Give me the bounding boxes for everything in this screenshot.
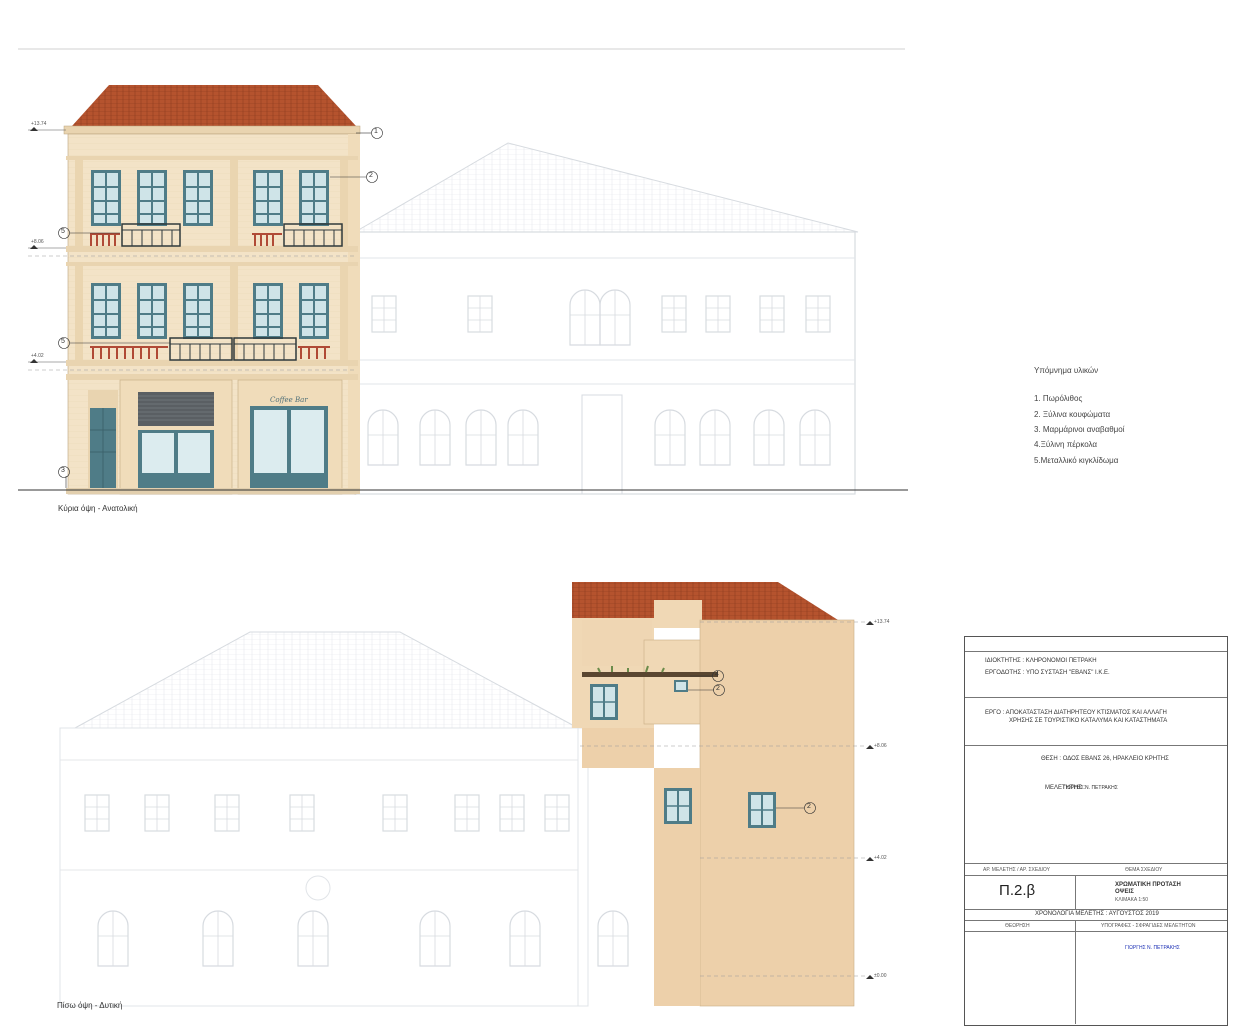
rear-neighbor-ghost: [59, 631, 629, 1007]
rear-elevation-label: Πίσω όψη - Δυτική: [57, 1001, 123, 1010]
callout-front-5a: 5: [61, 228, 65, 235]
owner-text: ΙΔΙΟΚΤΗΤΗΣ : ΚΛΗΡΟΝΟΜΟΙ ΠΕΤΡΑΚΗ: [985, 658, 1097, 664]
study-date: ΧΡΟΝΟΛΟΓΙΑ ΜΕΛΕΤΗΣ : ΑΥΓΟΥΣΤΟΣ 2019: [1035, 911, 1159, 917]
level-front-mid2: +4.02: [31, 353, 44, 359]
rear-building: [572, 582, 855, 1007]
callout-rear-2a: 2: [716, 685, 720, 692]
legend-item-5: 5.Μεταλλικό κιγκλίδωμα: [1034, 456, 1119, 465]
title-block: ΙΔΙΟΚΤΗΤΗΣ : ΚΛΗΡΟΝΟΜΟΙ ΠΕΤΡΑΚΗ ΕΡΓΟΔΟΤΗ…: [964, 636, 1228, 1026]
location-text: ΘΕΣΗ : ΟΔΟΣ ΕΒΑΝΣ 26, ΗΡΑΚΛΕΙΟ ΚΡΗΤΗΣ: [1041, 756, 1169, 762]
level-rear-top: +13.74: [874, 619, 890, 625]
front-neighbor-ghost: [353, 142, 859, 495]
legend-item-4: 4.Ξύλινη πέρκολα: [1034, 440, 1098, 449]
legend-item-2: 2. Ξύλινα κουφώματα: [1034, 410, 1111, 419]
drawing-title-line2: ΟΨΕΙΣ: [1115, 889, 1134, 895]
callout-rear-4: 4: [715, 671, 719, 678]
callout-front-5b: 5: [61, 338, 65, 345]
project-line1: ΕΡΓΟ : ΑΠΟΚΑΤΑΣΤΑΣΗ ΔΙΑΤΗΡΗΤΕΟΥ ΚΤΙΣΜΑΤΟ…: [985, 710, 1167, 716]
level-rear-mid2: +4.02: [874, 855, 887, 861]
level-rear-ground: ±0.00: [874, 973, 887, 979]
stamp-name: ΓΙΩΡΓΗΣ Ν. ΠΕΤΡΑΚΗΣ: [1125, 945, 1180, 951]
client-text: ΕΡΓΟΔΟΤΗΣ : ΥΠΟ ΣΥΣΤΑΣΗ "ΕΒΑΝΣ" Ι.Κ.Ε.: [985, 670, 1110, 676]
scale-text: ΚΛΙΜΑΚΑ 1:50: [1115, 897, 1149, 903]
callout-front-2: 2: [369, 172, 373, 179]
designer-name: ΓΙΩΡΓΗΣ Ν. ΠΕΤΡΑΚΗΣ: [1063, 785, 1118, 791]
study-number-header: ΑΡ. ΜΕΛΕΤΗΣ / ΑΡ. ΣΧΕΔΙΟΥ: [983, 867, 1050, 873]
review-header: ΘΕΩΡΗΣΗ: [1005, 923, 1030, 929]
signatures-header: ΥΠΟΓΡΑΦΕΣ - ΣΦΡΑΓΙΔΕΣ ΜΕΛΕΤΗΤΩΝ: [1101, 923, 1196, 929]
legend-item-1: 1. Πωρόλιθος: [1034, 394, 1083, 403]
front-building: [63, 85, 361, 495]
drawing-code: Π.2.β: [999, 882, 1036, 899]
front-elevation-label: Κύρια όψη - Ανατολική: [58, 504, 138, 513]
coffee-bar-sign: Coffee Bar: [270, 396, 308, 404]
drawing-title-line1: ΧΡΩΜΑΤΙΚΗ ΠΡΟΤΑΣΗ: [1115, 882, 1181, 888]
drawing-subject-header: ΘΕΜΑ ΣΧΕΔΙΟΥ: [1125, 867, 1163, 873]
level-front-top: +13.74: [31, 121, 47, 127]
project-line2: ΧΡΗΣΗΣ ΣΕ ΤΟΥΡΙΣΤΙΚΟ ΚΑΤΑΛΥΜΑ ΚΑΙ ΚΑΤΑΣΤ…: [1009, 718, 1168, 724]
legend-item-3: 3. Μαρμάρινοι αναβαθμοί: [1034, 425, 1125, 434]
level-front-mid1: +8.06: [31, 239, 44, 245]
level-rear-mid1: +8.06: [874, 743, 887, 749]
legend-title: Υπόμνημα υλικών: [1034, 366, 1099, 375]
callout-front-1: 1: [374, 128, 378, 135]
callout-front-3: 3: [61, 467, 65, 474]
callout-rear-2b: 2: [807, 803, 811, 810]
